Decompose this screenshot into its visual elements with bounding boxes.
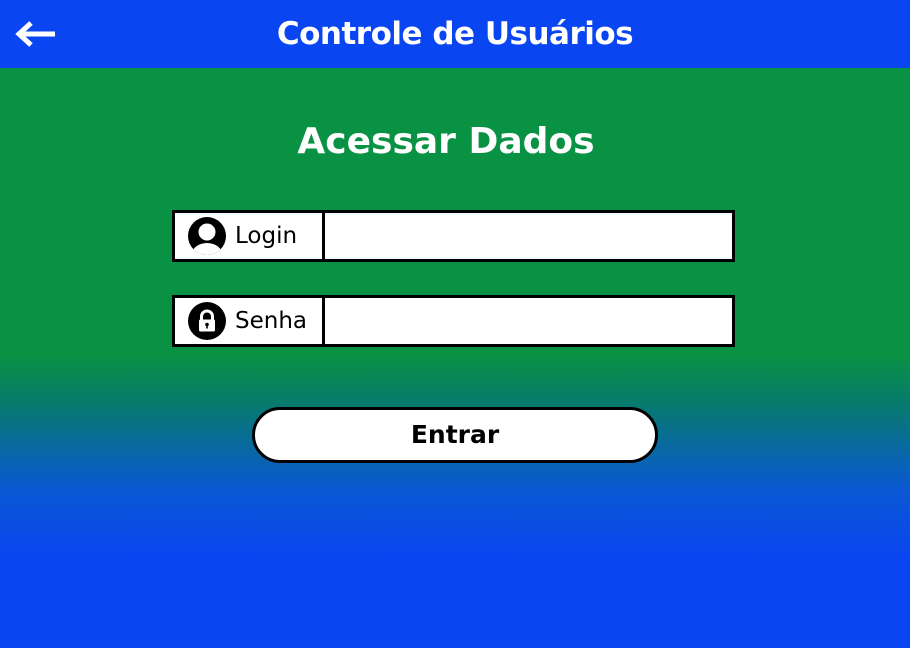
app-title: Controle de Usuários — [276, 16, 634, 52]
page-heading: Acessar Dados — [297, 121, 595, 162]
submit-button[interactable]: Entrar — [252, 407, 658, 463]
login-label: Login — [235, 223, 298, 249]
arrow-left-icon — [12, 16, 60, 52]
lock-icon — [188, 302, 226, 340]
user-icon — [188, 217, 226, 255]
top-bar: Controle de Usuários — [0, 0, 910, 68]
login-label-box: Login — [175, 213, 325, 259]
password-label-box: Senha — [175, 298, 325, 344]
password-field-row: Senha — [172, 295, 735, 347]
back-button[interactable] — [12, 16, 60, 52]
login-input[interactable] — [325, 213, 732, 259]
password-input[interactable] — [325, 298, 732, 344]
login-field-row: Login — [172, 210, 735, 262]
password-label: Senha — [235, 308, 307, 334]
